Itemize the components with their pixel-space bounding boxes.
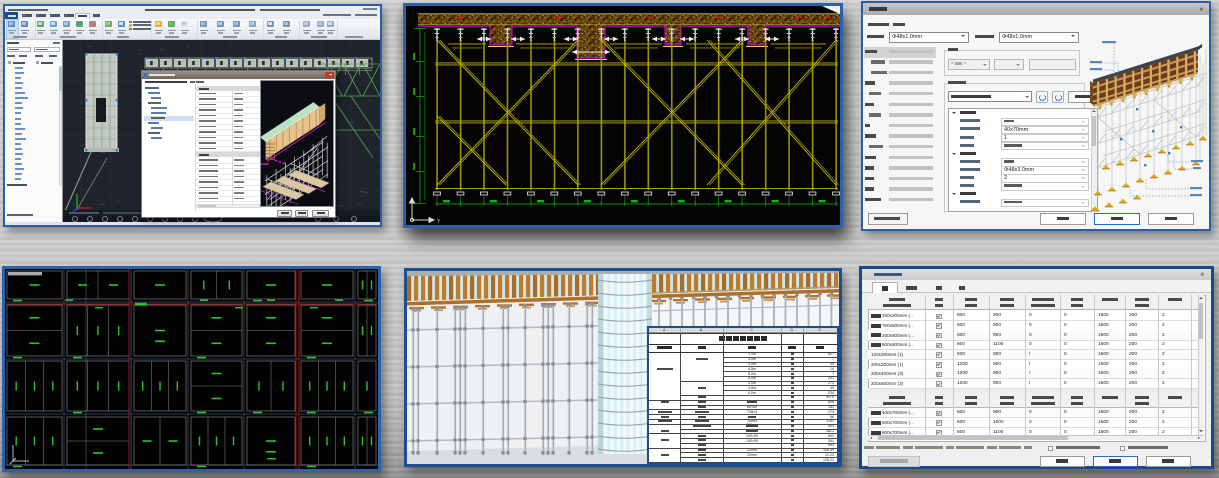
svg-text:Y: Y [437,219,441,225]
